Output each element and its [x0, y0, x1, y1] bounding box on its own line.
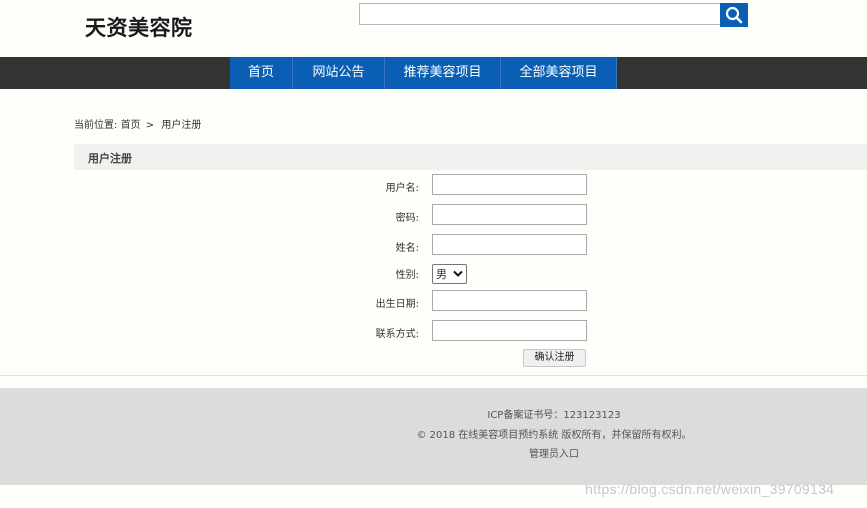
gender-label: 性别:: [395, 270, 419, 281]
site-footer: ICP备案证书号：123123123 © 2018 在线美容项目预约系统 版权所…: [0, 388, 867, 485]
nav-item-all-projects[interactable]: 全部美容项目: [501, 57, 617, 89]
footer-icp: ICP备案证书号：123123123: [487, 410, 621, 421]
username-input[interactable]: [432, 174, 587, 195]
site-header: 天资美容院: [0, 0, 867, 57]
username-label: 用户名:: [385, 183, 419, 194]
breadcrumb: 当前位置: 首页 > 用户注册: [74, 116, 201, 131]
password-label: 密码:: [395, 213, 419, 224]
search-icon: [725, 6, 743, 24]
section-title: 用户注册: [88, 152, 132, 165]
main-navbar: 首页 网站公告 推荐美容项目 全部美容项目: [0, 57, 867, 89]
nav-item-announcements[interactable]: 网站公告: [293, 57, 385, 89]
gender-select-value: 男: [436, 268, 447, 281]
search-button[interactable]: [720, 3, 748, 27]
password-input[interactable]: [432, 204, 587, 225]
section-header: 用户注册: [74, 144, 867, 170]
contact-label: 联系方式:: [375, 329, 419, 340]
breadcrumb-current: 用户注册: [161, 120, 202, 131]
name-label: 姓名:: [395, 243, 419, 254]
nav-item-home[interactable]: 首页: [230, 57, 293, 89]
contact-input[interactable]: [432, 320, 587, 341]
submit-registration-button[interactable]: 确认注册: [523, 349, 586, 367]
breadcrumb-prefix: 当前位置:: [74, 120, 118, 131]
chevron-down-icon: [453, 270, 463, 277]
footer-admin-link[interactable]: 管理员入口: [0, 445, 867, 460]
birthdate-input[interactable]: [432, 290, 587, 311]
name-input[interactable]: [432, 234, 587, 255]
site-logo[interactable]: 天资美容院: [85, 12, 193, 42]
breadcrumb-home-link[interactable]: 首页: [121, 116, 141, 131]
search-input[interactable]: [359, 3, 722, 25]
nav-item-recommended[interactable]: 推荐美容项目: [385, 57, 501, 89]
breadcrumb-separator: >: [145, 120, 155, 131]
gender-select[interactable]: 男: [432, 264, 467, 284]
footer-divider: [0, 375, 867, 376]
watermark-text: https://blog.csdn.net/weixin_39709134: [585, 481, 835, 497]
birthdate-label: 出生日期:: [375, 299, 419, 310]
footer-copyright: © 2018 在线美容项目预约系统 版权所有，并保留所有权利。: [416, 430, 692, 441]
